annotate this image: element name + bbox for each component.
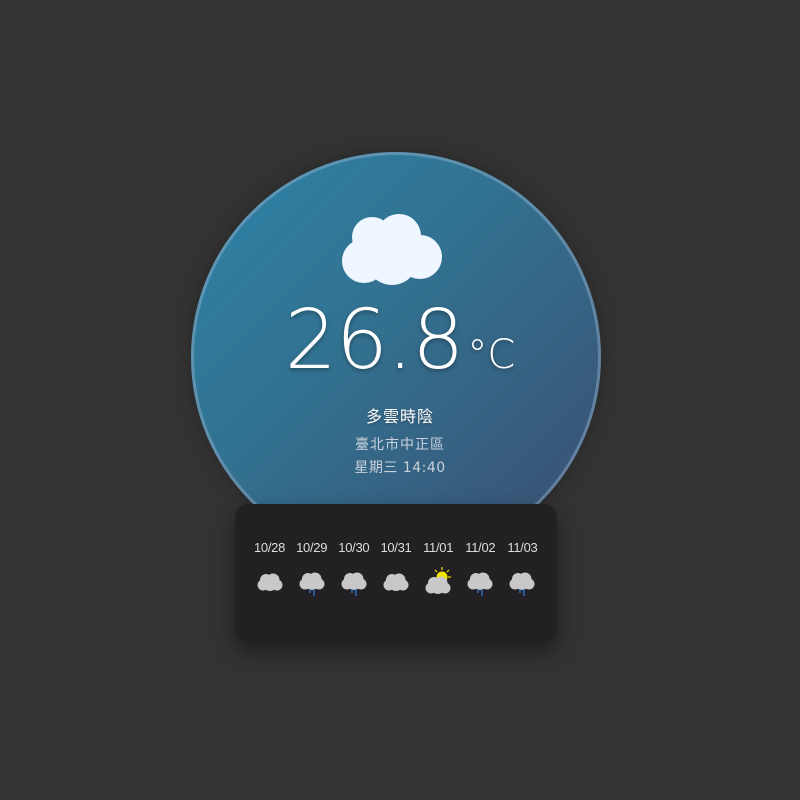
forecast-date: 10/30 [338, 540, 370, 555]
forecast-day: 11/01 [418, 540, 459, 597]
weather-condition: 多雲時陰 [365, 407, 434, 426]
datetime-label: 星期三 14:40 [354, 460, 446, 476]
location-label: 臺北市中正區 [355, 437, 445, 453]
forecast-day: 10/28 [249, 540, 290, 597]
forecast-day: 11/02 [460, 540, 501, 597]
cloud-rain-icon [341, 572, 367, 596]
cloud-icon [383, 573, 409, 591]
forecast-day: 10/29 [291, 540, 332, 597]
forecast-day: 10/31 [375, 540, 416, 597]
sun-cloud-icon [425, 567, 452, 594]
cloud-icon [342, 214, 442, 285]
cloud-icon [257, 573, 282, 591]
forecast-card: 10/28 10/29 10/30 10/31 11/01 11/02 11/0… [235, 504, 557, 641]
forecast-day: 10/30 [333, 540, 374, 597]
forecast-date: 10/31 [380, 540, 412, 555]
forecast-day: 11/03 [502, 540, 543, 597]
temperature-display: 26.8 °C [0, 300, 800, 382]
cloud-rain-icon [299, 572, 325, 596]
forecast-date: 10/28 [253, 540, 286, 555]
temperature-unit: °C [467, 332, 516, 378]
forecast-date: 11/01 [423, 540, 454, 555]
temperature-value: 26.8 [284, 293, 465, 388]
weather-widget: 26.8 °C 多雲時陰 臺北市中正區 星期三 14:40 10/28 10/29… [0, 0, 800, 800]
cloud-rain-icon [467, 572, 493, 596]
cloud-rain-icon [509, 572, 535, 596]
forecast-date: 11/02 [465, 540, 496, 555]
forecast-list: 10/28 10/29 10/30 10/31 11/01 11/02 11/0… [249, 540, 543, 597]
forecast-date: 10/29 [296, 540, 328, 555]
forecast-date: 11/03 [507, 540, 538, 555]
